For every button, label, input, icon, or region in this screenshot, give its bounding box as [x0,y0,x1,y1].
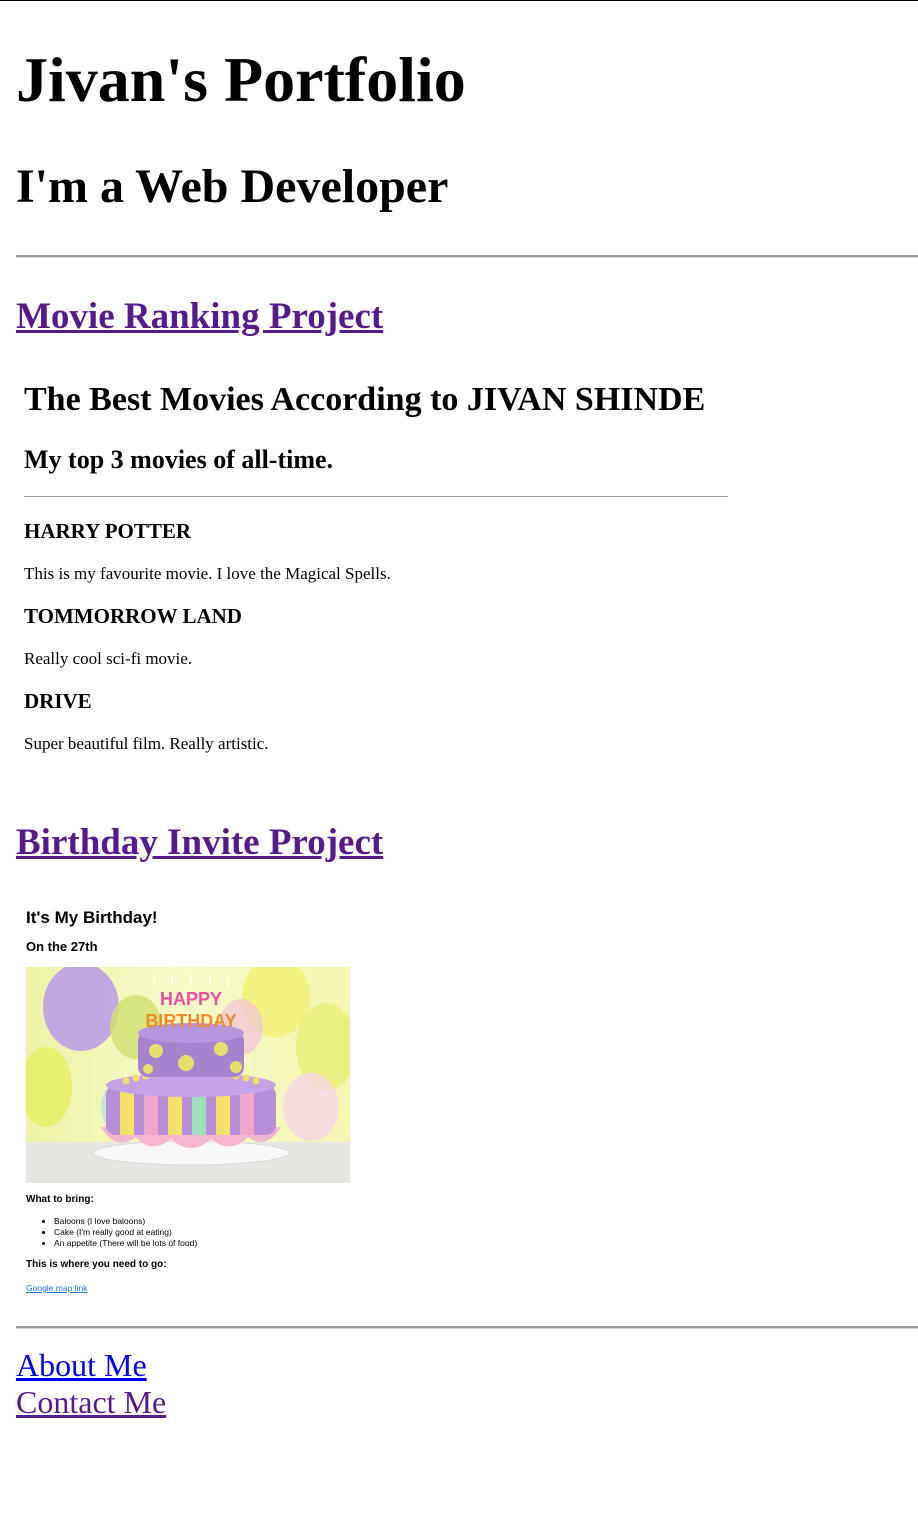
list-item: Baloons (I love baloons) [54,1216,197,1227]
cake-topper-birthday: BIRTHDAY [145,1011,236,1031]
movie-subheading: My top 3 movies of all-time. [24,445,334,474]
top-border [0,0,918,1]
movie-ranking-embed: The Best Movies According to JIVAN SHIND… [16,372,746,782]
cake-topper-happy: HAPPY [160,989,222,1009]
list-item: Cake (I'm really good at eating) [54,1227,197,1238]
movie-description: This is my favourite movie. I love the M… [24,564,391,583]
birthday-date: On the 27th [26,939,98,954]
about-me-link[interactable]: About Me [16,1346,147,1384]
page-subtitle: I'm a Web Developer [16,160,449,213]
google-map-link[interactable]: Google map link [26,1282,87,1294]
birthday-heading: It's My Birthday! [26,908,158,927]
movie-description: Super beautiful film. Really artistic. [24,734,269,753]
movie-title: TOMMORROW LAND [24,604,242,628]
movie-divider [24,496,728,497]
divider-top [16,255,918,258]
list-item: An appetite (There will be lots of food) [54,1238,197,1249]
movie-description: Really cool sci-fi movie. [24,649,193,668]
birthday-cake-image: HAPPY BIRTHDAY [26,967,350,1183]
movie-title: HARRY POTTER [24,519,192,543]
page-title: Jivan's Portfolio [16,44,466,115]
movie-heading: The Best Movies According to JIVAN SHIND… [24,381,706,418]
where-to-go-heading: This is where you need to go: [26,1259,167,1270]
birthday-invite-project-link[interactable]: Birthday Invite Project [16,821,383,865]
divider-bottom [16,1326,918,1329]
bring-list: Baloons (I love baloons) Cake (I'm reall… [26,1216,197,1249]
movie-title: DRIVE [24,689,92,713]
movie-ranking-project-link[interactable]: Movie Ranking Project [16,295,383,339]
what-to-bring-heading: What to bring: [26,1194,94,1205]
birthday-invite-embed: It's My Birthday! On the 27th HAPPY BIRT… [16,896,436,1306]
contact-me-link[interactable]: Contact Me [16,1383,166,1421]
